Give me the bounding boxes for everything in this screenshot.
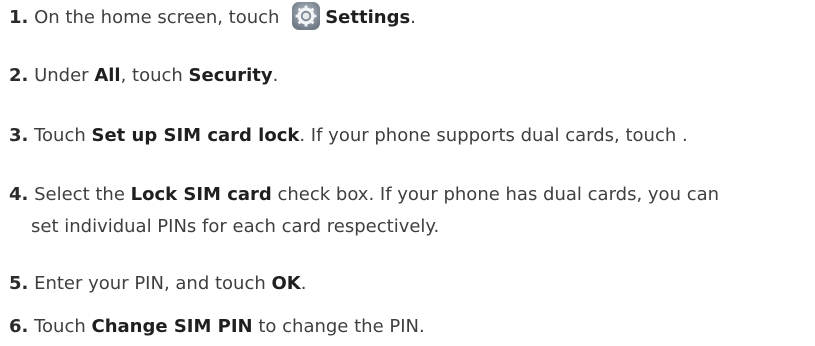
step-text: to change the PIN. [252,316,425,337]
step-bold-text: OK [271,273,301,294]
step-text: . [410,7,416,28]
step-bold-text: Settings [325,7,411,28]
step-2: 2. Under All, touch Security. [9,60,811,92]
step-bold-text: All [94,65,121,86]
step-number: 2. [9,65,29,86]
step-1: 1. On the home screen, touch Settings. [9,1,811,34]
step-number: 1. [9,7,29,28]
step-text: Touch [28,316,92,337]
step-5: 5. Enter your PIN, and touch OK. [9,268,811,300]
instruction-steps: 1. On the home screen, touch Settings. 2… [0,0,815,346]
settings-gear-icon [292,2,321,30]
step-text: Under [28,65,95,86]
step-bold-text: Security [188,65,273,86]
step-bold-text: Change SIM PIN [91,316,253,337]
step-bold-text: Lock SIM card [130,184,272,205]
step-number: 4. [9,184,29,205]
step-text: , touch [120,65,189,86]
step-4: 4. Select the Lock SIM card check box. I… [9,179,811,243]
step-text: check box. If your phone has dual cards,… [271,184,720,205]
step-bold-text: Set up SIM card lock [91,125,300,146]
step-text: . [300,273,307,294]
step-text: Enter your PIN, and touch [28,273,272,294]
step-text: On the home screen, touch [28,7,286,28]
step-number: 6. [9,316,29,337]
step-number: 3. [9,125,29,146]
step-text-continuation: set individual PINs for each card respec… [31,216,440,237]
step-text: . If your phone supports dual cards, tou… [299,125,688,146]
step-number: 5. [9,273,29,294]
step-3: 3. Touch Set up SIM card lock. If your p… [9,120,811,152]
step-text: Select the [28,184,131,205]
step-6: 6. Touch Change SIM PIN to change the PI… [9,311,811,343]
step-text: Touch [28,125,92,146]
step-text: . [272,65,279,86]
